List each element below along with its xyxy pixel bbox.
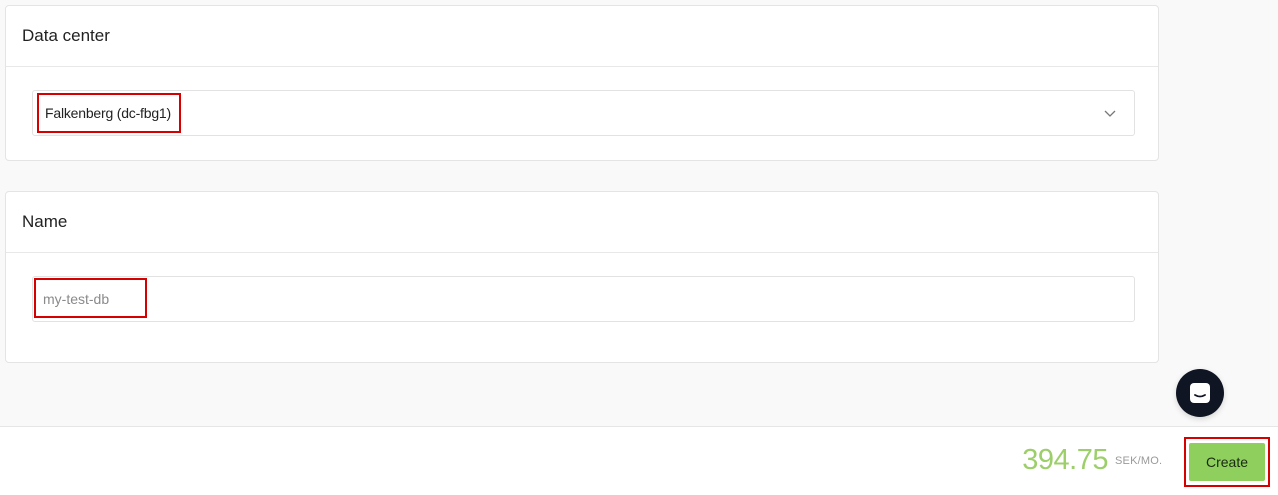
data-center-selected-value: Falkenberg (dc-fbg1) bbox=[37, 93, 181, 133]
name-card: Name bbox=[5, 191, 1159, 363]
data-center-header: Data center bbox=[6, 6, 1158, 67]
name-field-wrapper bbox=[32, 276, 1135, 322]
create-button[interactable]: Create bbox=[1189, 443, 1265, 481]
chat-icon bbox=[1190, 383, 1210, 403]
chevron-down-icon bbox=[1104, 110, 1116, 117]
page: Data center Falkenberg (dc-fbg1) Name 39… bbox=[0, 0, 1278, 495]
data-center-select[interactable]: Falkenberg (dc-fbg1) bbox=[32, 90, 1135, 136]
footer-bar: 394.75 SEK/MO. Create bbox=[0, 426, 1278, 495]
chat-launcher-button[interactable] bbox=[1176, 369, 1224, 417]
name-header: Name bbox=[6, 192, 1158, 253]
price-unit: SEK/MO. bbox=[1115, 455, 1163, 467]
price-value: 394.75 bbox=[1022, 444, 1108, 476]
data-center-card: Data center Falkenberg (dc-fbg1) bbox=[5, 5, 1159, 161]
name-input[interactable] bbox=[33, 277, 1134, 321]
